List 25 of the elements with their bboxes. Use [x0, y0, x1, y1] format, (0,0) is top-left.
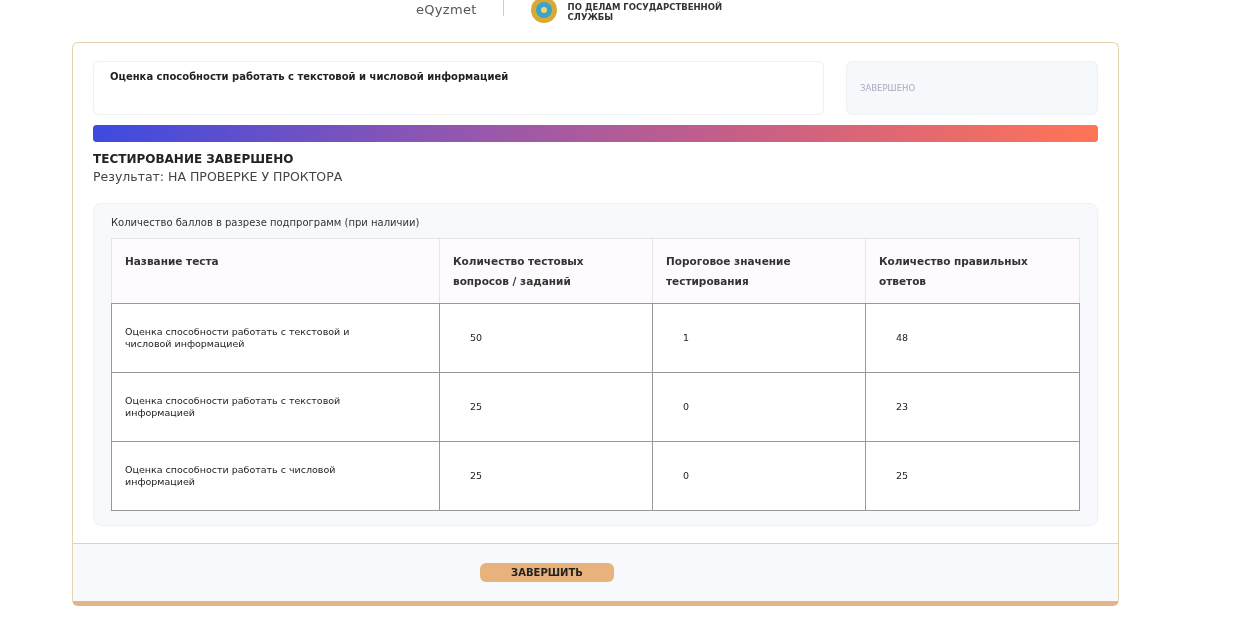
- result-text: Результат: НА ПРОВЕРКЕ У ПРОКТОРА: [93, 169, 344, 184]
- table-cell: 0: [652, 441, 866, 511]
- table-cell: Оценка способности работать с текстовой информацией: [111, 372, 440, 442]
- column-header: Количество правильных ответов: [865, 238, 1080, 304]
- table-cell: 23: [865, 372, 1080, 442]
- table-cell: 50: [439, 303, 653, 373]
- table-cell: 1: [652, 303, 866, 373]
- table-cell: Оценка способности работать с текстовой и числовой информацией: [111, 303, 440, 373]
- result-heading: ТЕСТИРОВАНИЕ ЗАВЕРШЕНО: [93, 152, 295, 166]
- table-cell: 48: [865, 303, 1080, 373]
- scores-caption: Количество баллов в разрезе подпрограмм (при наличии): [111, 217, 421, 228]
- status-label: ЗАВЕРШЕНО: [846, 61, 1098, 115]
- table-cell: 25: [439, 441, 653, 511]
- column-header: Пороговое значение тестирования: [652, 238, 866, 304]
- table-cell: Оценка способности работать с числовой информацией: [111, 441, 440, 511]
- column-header: Название теста: [111, 238, 440, 304]
- table-cell: 25: [865, 441, 1080, 511]
- table-cell: 0: [652, 372, 866, 442]
- column-header: Количество тестовых вопросов / заданий: [439, 238, 653, 304]
- table-cell: 25: [439, 372, 653, 442]
- emblem-icon: [528, 0, 559, 23]
- test-title: Оценка способности работать с текстовой и числовой информацией: [93, 61, 824, 115]
- agency-name: ПО ДЕЛАМ ГОСУДАРСТВЕННОЙ СЛУЖБЫ: [567, 2, 723, 22]
- brand-name: eQyzmet: [416, 2, 477, 17]
- finish-button[interactable]: ЗАВЕРШИТЬ: [480, 563, 614, 582]
